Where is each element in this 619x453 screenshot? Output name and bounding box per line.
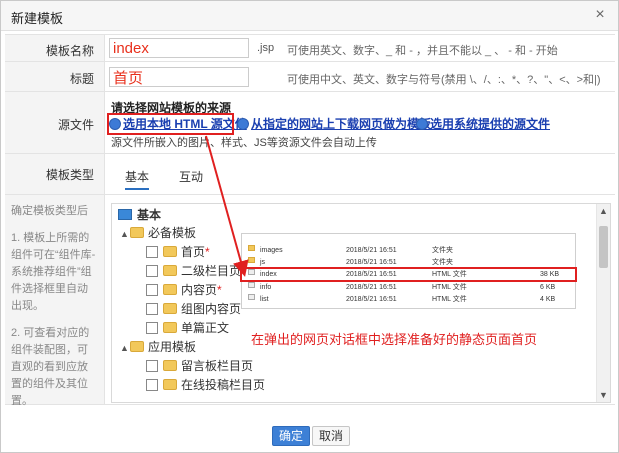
template-type-row: 模板类型 基本 互动 bbox=[5, 154, 615, 195]
source-heading: 请选择网站模板的来源 bbox=[111, 101, 232, 115]
title-row: 标题 可使用中文、英文、数字与符号(禁用 \、/、:、*、?、"、<、>和|) bbox=[5, 62, 615, 92]
title-label: 标题 bbox=[5, 62, 105, 91]
checkbox[interactable] bbox=[146, 360, 158, 372]
instruction-annotation: 在弹出的网页对话框中选择准备好的静态页面首页 bbox=[251, 332, 538, 347]
tree-item[interactable]: 内容页* bbox=[146, 281, 222, 299]
tree-group-apps[interactable]: ▲ 应用模板 bbox=[120, 338, 196, 356]
caret-down-icon: ▲ bbox=[120, 343, 129, 353]
checkbox[interactable] bbox=[146, 246, 158, 258]
folder-icon bbox=[163, 379, 177, 390]
globe-icon bbox=[237, 118, 249, 130]
template-name-label: 模板名称 bbox=[5, 35, 105, 61]
template-type-help: 确定模板类型后 1. 模板上所需的组件可在“组件库-系统推荐组件”组件选择框里自… bbox=[5, 195, 105, 407]
new-template-dialog: 新建模板 × 模板名称 .jsp 可使用英文、数字、_ 和 - ，并且不能以 _… bbox=[0, 0, 619, 453]
tree-item[interactable]: 留言板栏目页 bbox=[146, 357, 253, 375]
file-row-selected[interactable]: index 2018/5/21 16:51 HTML 文件 38 KB bbox=[240, 267, 577, 282]
monitor-icon bbox=[118, 209, 132, 220]
file-picker-panel: images 2018/5/21 16:51 文件夹 js 2018/5/21 … bbox=[240, 233, 577, 309]
folder-icon bbox=[163, 303, 177, 314]
template-name-row: 模板名称 .jsp 可使用英文、数字、_ 和 - ，并且不能以 _ 、 - 和 … bbox=[5, 34, 615, 62]
scroll-down-icon[interactable]: ▼ bbox=[597, 388, 610, 402]
tree-item[interactable]: 二级栏目页* bbox=[146, 262, 246, 280]
checkbox[interactable] bbox=[146, 284, 158, 296]
dialog-title: 新建模板 bbox=[11, 11, 64, 26]
checkbox[interactable] bbox=[146, 379, 158, 391]
folder-icon bbox=[130, 227, 144, 238]
folder-icon bbox=[163, 246, 177, 257]
file-row[interactable]: js 2018/5/21 16:51 文件夹 bbox=[242, 257, 575, 268]
folder-icon bbox=[163, 322, 177, 333]
folder-icon bbox=[163, 284, 177, 295]
source-file-label: 源文件 bbox=[5, 92, 105, 153]
template-name-input[interactable] bbox=[109, 38, 249, 58]
source-file-row: 源文件 请选择网站模板的来源 选用本地 HTML 源文件 从指定的网站上下载网页… bbox=[5, 92, 615, 154]
template-name-suffix: .jsp bbox=[257, 42, 275, 54]
tab-basic[interactable]: 基本 bbox=[125, 168, 150, 190]
html-file-icon bbox=[248, 282, 255, 288]
folder-icon bbox=[163, 360, 177, 371]
template-name-hint: 可使用英文、数字、_ 和 - ，并且不能以 _ 、 - 和 - 开始 bbox=[287, 45, 558, 57]
folder-icon bbox=[248, 245, 255, 251]
tree-item[interactable]: 组图内容页 bbox=[146, 300, 241, 318]
checkbox[interactable] bbox=[146, 265, 158, 277]
download-from-website-link[interactable]: 从指定的网站上下载网页做为模板 bbox=[237, 115, 431, 133]
tab-interactive[interactable]: 互动 bbox=[179, 168, 203, 188]
help-tip: 2. 可查看对应的组件装配图，可直观的看到应放置的组件及其位置。 bbox=[11, 327, 90, 407]
help-intro: 确定模板类型后 bbox=[11, 205, 88, 217]
scroll-thumb[interactable] bbox=[599, 226, 608, 268]
folder-icon bbox=[130, 341, 144, 352]
template-type-label: 模板类型 bbox=[5, 154, 105, 194]
help-tip: 1. 模板上所需的组件可在“组件库-系统推荐组件”组件选择框里自动出现。 bbox=[11, 232, 96, 312]
dialog-titlebar: 新建模板 × bbox=[1, 1, 618, 31]
tree-item[interactable]: 在线投稿栏目页 bbox=[146, 376, 265, 394]
cancel-button[interactable]: 取消 bbox=[312, 426, 351, 446]
confirm-button[interactable]: 确定 bbox=[272, 426, 311, 446]
file-row[interactable]: list 2018/5/21 16:51 HTML 文件 4 KB bbox=[242, 294, 575, 305]
html-file-icon bbox=[248, 269, 255, 275]
html-file-icon bbox=[248, 294, 255, 300]
folder-icon bbox=[248, 257, 255, 263]
tree-item[interactable]: 单篇正文 bbox=[146, 319, 229, 337]
file-row[interactable]: info 2018/5/21 16:51 HTML 文件 6 KB bbox=[242, 282, 575, 293]
scroll-up-icon[interactable]: ▲ bbox=[597, 204, 610, 218]
tree-group-required[interactable]: ▲ 必备模板 bbox=[120, 224, 196, 242]
checkbox[interactable] bbox=[146, 303, 158, 315]
local-html-source-link[interactable]: 选用本地 HTML 源文件 bbox=[107, 113, 247, 135]
system-source-link[interactable]: 选用系统提供的源文件 bbox=[416, 115, 550, 133]
title-hint: 可使用中文、英文、数字与符号(禁用 \、/、:、*、?、"、<、>和|) bbox=[287, 74, 601, 86]
tree-scrollbar[interactable]: ▲ ▼ bbox=[596, 204, 610, 402]
tree-item[interactable]: 首页* bbox=[146, 243, 210, 261]
globe-icon bbox=[416, 118, 428, 130]
source-note: 源文件所嵌入的图片、样式、JS等资源文件会自动上传 bbox=[111, 137, 377, 149]
globe-icon bbox=[109, 118, 121, 130]
file-row[interactable]: images 2018/5/21 16:51 文件夹 bbox=[242, 245, 575, 256]
tree-root[interactable]: 基本 bbox=[118, 206, 161, 224]
caret-down-icon: ▲ bbox=[120, 229, 129, 239]
title-input[interactable] bbox=[109, 67, 249, 87]
checkbox[interactable] bbox=[146, 322, 158, 334]
close-icon[interactable]: × bbox=[592, 6, 608, 24]
dialog-footer: 确定 取消 bbox=[1, 406, 618, 452]
folder-icon bbox=[163, 265, 177, 276]
